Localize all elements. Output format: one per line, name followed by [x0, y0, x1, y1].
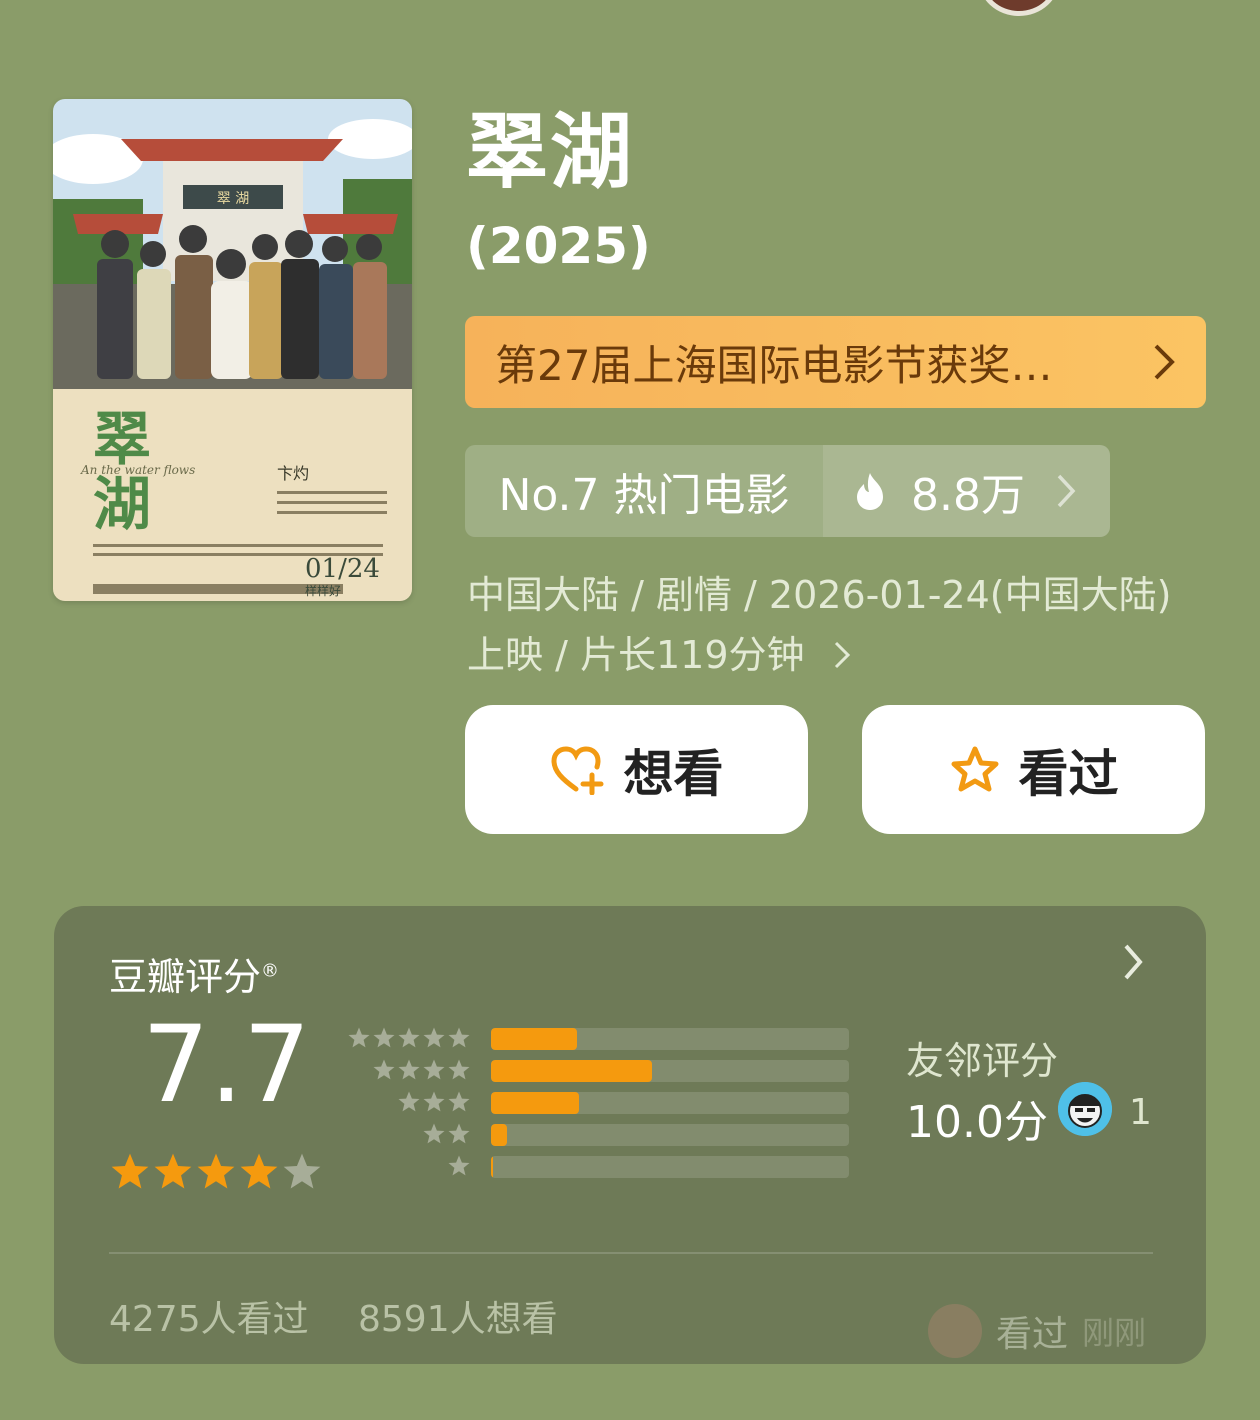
star-small-icon — [448, 1123, 470, 1144]
rating-title: 豆瓣评分® — [109, 946, 279, 1001]
meta-line-2-wrap: 上映 / 片长119分钟 — [467, 625, 1227, 685]
distribution-row-3-star — [346, 1090, 866, 1114]
rating-stars — [109, 1151, 324, 1193]
movie-poster[interactable]: 翠 湖 翠 湖 An the water flows 卞灼 01/24 样样好 — [53, 99, 412, 601]
distribution-stars — [371, 1058, 471, 1082]
poster-artwork: 翠 湖 翠 湖 An the water flows 卞灼 01/24 样样好 — [53, 99, 412, 601]
star-empty-icon — [283, 1153, 321, 1189]
rating-score: 7.7 — [142, 1003, 311, 1126]
movie-title: 翠湖 — [466, 105, 635, 200]
meta-line-1: 中国大陆 / 剧情 / 2026-01-24(中国大陆) — [467, 573, 1172, 617]
activity-time: 刚刚 — [1082, 1314, 1147, 1352]
friends-rating-value: 10.0分 — [906, 1097, 1048, 1148]
flame-icon — [857, 473, 883, 510]
movie-meta[interactable]: 中国大陆 / 剧情 / 2026-01-24(中国大陆) 上映 / 片长119分… — [467, 565, 1227, 685]
distribution-bar-fill — [491, 1060, 653, 1082]
want-to-watch-button[interactable]: 想看 — [465, 705, 808, 834]
chevron-right-icon — [834, 641, 850, 669]
star-small-icon — [373, 1059, 395, 1080]
registered-mark: ® — [261, 960, 280, 982]
distribution-bar-track — [491, 1124, 849, 1146]
star-small-icon — [423, 1123, 445, 1144]
friends-rating-label: 友邻评分 — [906, 1039, 1059, 1083]
distribution-bar-fill — [491, 1028, 577, 1050]
friend-avatar-image — [1058, 1082, 1112, 1136]
friend-avatar[interactable] — [1058, 1082, 1112, 1136]
chevron-right-icon — [1154, 344, 1175, 380]
star-small-icon — [398, 1091, 420, 1112]
distribution-bar-fill — [491, 1092, 579, 1114]
distribution-bar-track — [491, 1092, 849, 1114]
award-text: 第27届上海国际电影节获奖… — [495, 340, 1053, 390]
star-small-icon — [423, 1059, 445, 1080]
star-small-icon — [348, 1027, 370, 1048]
star-small-icon — [373, 1027, 395, 1048]
rating-card[interactable]: 豆瓣评分® 7.7 友邻评分 10.0分 1 4275人看过 8591人想看 看… — [54, 906, 1206, 1364]
star-small-icon — [448, 1059, 470, 1080]
distribution-bar-track — [491, 1156, 849, 1178]
star-filled-icon — [240, 1153, 278, 1189]
friend-activity[interactable]: 看过 刚刚 — [928, 1304, 1146, 1358]
want-count[interactable]: 8591人想看 — [358, 1290, 558, 1342]
rating-title-text: 豆瓣评分 — [109, 955, 262, 999]
poster-english-script: An the water flows — [80, 463, 195, 477]
seen-count[interactable]: 4275人看过 — [109, 1290, 309, 1342]
poster-release-date: 01/24 — [305, 554, 380, 584]
poster-director: 卞灼 — [277, 464, 309, 483]
want-label: 想看 — [623, 744, 724, 803]
watched-button[interactable]: 看过 — [862, 705, 1205, 834]
friends-count: 1 — [1129, 1092, 1152, 1133]
star-small-icon — [448, 1027, 470, 1048]
distribution-row-4-star — [346, 1058, 866, 1082]
star-small-icon — [423, 1027, 445, 1048]
ranking-pill: No.7 热门电影 8.8万 — [465, 445, 1110, 537]
star-small-icon — [423, 1091, 445, 1112]
distribution-bar-track — [491, 1060, 849, 1082]
seen-label: 看过 — [1018, 744, 1119, 803]
poster-tagline: 样样好 — [305, 583, 341, 598]
heat-value: 8.8万 — [911, 470, 1025, 521]
heart-plus-icon — [550, 745, 603, 795]
distribution-stars — [346, 1026, 471, 1050]
movie-year: (2025) — [466, 217, 651, 275]
poster-gate-sign: 翠 湖 — [217, 191, 249, 207]
movie-detail-page: 翠 湖 翠 湖 An the water flows 卞灼 01/24 样样好 … — [0, 0, 1260, 1420]
award-banner[interactable]: 第27届上海国际电影节获奖… — [465, 316, 1206, 408]
distribution-stars — [396, 1090, 471, 1114]
star-small-icon — [448, 1091, 470, 1112]
star-small-icon — [398, 1059, 420, 1080]
user-avatar[interactable] — [978, 0, 1060, 16]
star-filled-icon — [197, 1153, 235, 1189]
distribution-stars — [421, 1122, 471, 1146]
distribution-bar-fill — [491, 1156, 494, 1178]
distribution-stars — [446, 1154, 471, 1178]
star-small-icon — [448, 1155, 470, 1176]
distribution-row-1-star — [346, 1154, 866, 1178]
star-filled-icon — [111, 1153, 149, 1189]
distribution-bar-track — [491, 1028, 849, 1050]
rank-label[interactable]: No.7 热门电影 — [465, 445, 823, 537]
star-small-icon — [398, 1027, 420, 1048]
distribution-bar-fill — [491, 1124, 508, 1146]
chevron-right-icon — [1057, 474, 1076, 508]
meta-line-2: 上映 / 片长119分钟 — [467, 633, 805, 677]
heat-link[interactable]: 8.8万 — [823, 445, 1110, 537]
card-divider — [109, 1252, 1153, 1254]
star-outline-icon — [951, 746, 998, 791]
distribution-row-5-star — [346, 1026, 866, 1050]
activity-avatar — [928, 1304, 982, 1358]
activity-action: 看过 — [996, 1314, 1069, 1355]
poster-title-bottom: 湖 — [93, 470, 151, 538]
chevron-right-icon[interactable] — [1122, 942, 1144, 982]
distribution-row-2-star — [346, 1122, 866, 1146]
star-filled-icon — [154, 1153, 192, 1189]
